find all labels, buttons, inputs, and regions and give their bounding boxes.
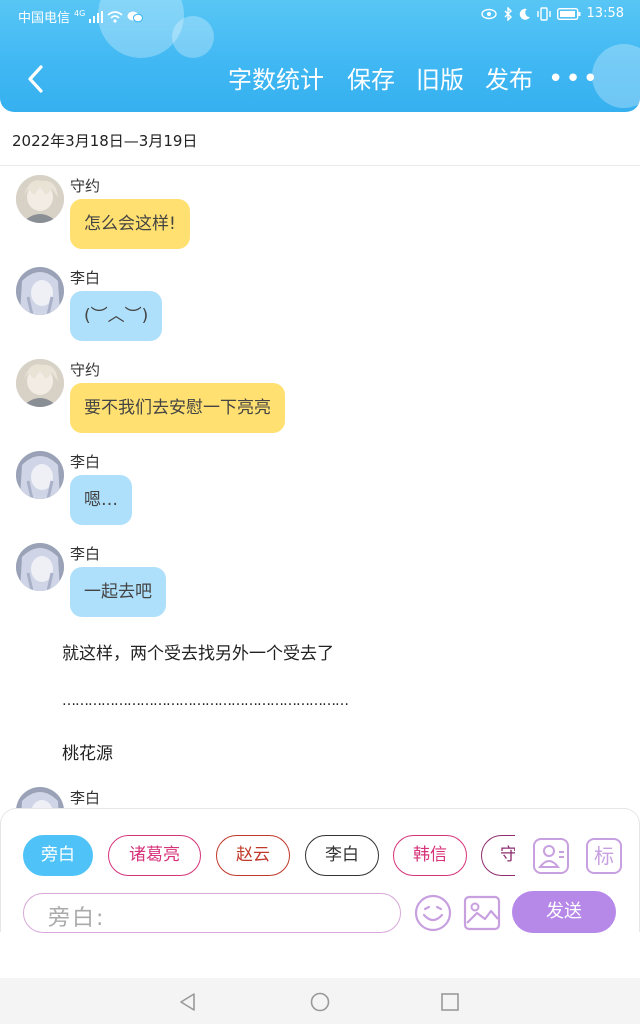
moon-icon xyxy=(519,8,530,20)
avatar-image xyxy=(16,267,64,315)
message-bubble[interactable]: 嗯… xyxy=(70,475,132,525)
sender-name: 李白 xyxy=(70,269,101,287)
input-panel: 旁白 诸葛亮 赵云 李白 韩信 守 标 旁白: 发送 xyxy=(0,808,640,933)
avatar-image xyxy=(16,543,64,591)
avatar-libai[interactable] xyxy=(16,267,64,315)
role-chip-zhugeliang[interactable]: 诸葛亮 xyxy=(108,835,201,876)
role-chip-libai[interactable]: 李白 xyxy=(305,835,379,876)
contacts-icon xyxy=(537,845,564,868)
avatar-shouyue[interactable] xyxy=(16,359,64,407)
back-arrow-icon[interactable] xyxy=(22,64,52,94)
role-chip-narrator[interactable]: 旁白 xyxy=(23,835,93,876)
bluetooth-icon xyxy=(504,6,512,21)
toolbar: 字数统计 保存 旧版 发布 ••• xyxy=(0,56,640,104)
narration-text[interactable]: 桃花源 xyxy=(62,739,113,764)
avatar-image xyxy=(16,175,64,223)
date-bar: 2022年3月18日—3月19日 xyxy=(0,118,640,166)
sender-name: 李白 xyxy=(70,789,101,807)
role-chip-hanxin[interactable]: 韩信 xyxy=(393,835,467,876)
old-version-button[interactable]: 旧版 xyxy=(416,64,464,96)
avatar-image xyxy=(16,787,64,808)
word-count-button[interactable]: 字数统计 xyxy=(228,64,324,96)
role-chip-zhaoyun[interactable]: 赵云 xyxy=(216,835,290,876)
system-nav-bar xyxy=(0,978,640,1024)
message-bubble[interactable]: 一起去吧 xyxy=(70,567,166,617)
sender-name: 守约 xyxy=(70,177,101,195)
wechat-icon xyxy=(127,11,144,23)
emoji-icon[interactable] xyxy=(413,893,453,933)
wifi-icon xyxy=(107,10,123,23)
narration-text[interactable]: 就这样，两个受去找另外一个受去了 xyxy=(62,639,334,664)
status-bar: 中国电信 4G 13:58 xyxy=(0,0,640,30)
input-placeholder: 旁白: xyxy=(48,906,106,931)
vibrate-icon xyxy=(536,6,551,21)
message-bubble[interactable]: 怎么会这样! xyxy=(70,199,190,249)
role-selector: 旁白 诸葛亮 赵云 李白 韩信 守 xyxy=(23,835,515,877)
nav-back-icon[interactable] xyxy=(178,992,198,1012)
carrier-label: 中国电信 xyxy=(18,11,71,26)
role-chip-shouyue[interactable]: 守 xyxy=(481,835,515,876)
sender-name: 李白 xyxy=(70,545,101,563)
battery-icon xyxy=(556,7,581,20)
avatar-libai[interactable] xyxy=(16,787,64,808)
label-button[interactable]: 标 xyxy=(586,838,622,874)
nav-recents-icon[interactable] xyxy=(441,993,459,1011)
sender-name: 李白 xyxy=(70,453,101,471)
message-bubble[interactable]: (︶︿︶) xyxy=(70,291,163,341)
avatar-image xyxy=(16,359,64,407)
nav-home-icon[interactable] xyxy=(310,992,330,1012)
narration-text[interactable]: ………………………………………………………… xyxy=(62,693,349,709)
avatar-libai[interactable] xyxy=(16,543,64,591)
avatar-image xyxy=(16,451,64,499)
network-type: 4G xyxy=(74,9,86,18)
signal-icon xyxy=(89,10,104,23)
eye-icon xyxy=(480,8,497,19)
publish-button[interactable]: 发布 xyxy=(485,64,533,96)
save-button[interactable]: 保存 xyxy=(347,64,395,96)
image-icon[interactable] xyxy=(463,895,501,931)
clock: 13:58 xyxy=(586,6,624,21)
date-range: 2022年3月18日—3月19日 xyxy=(12,132,198,150)
send-button[interactable]: 发送 xyxy=(512,891,616,933)
contacts-button[interactable] xyxy=(533,838,569,874)
message-input[interactable]: 旁白: xyxy=(23,893,401,933)
sender-name: 守约 xyxy=(70,361,101,379)
app-header: 中国电信 4G 13:58 字数统计 保存 旧版 发布 ••• xyxy=(0,0,640,112)
chat-area[interactable]: 守约 怎么会这样! 李白 (︶︿︶) 守约 要不我们去安慰一下亮亮 李白 嗯… … xyxy=(0,167,640,808)
avatar-shouyue[interactable] xyxy=(16,175,64,223)
avatar-libai[interactable] xyxy=(16,451,64,499)
message-bubble[interactable]: 要不我们去安慰一下亮亮 xyxy=(70,383,285,433)
more-options-icon[interactable]: ••• xyxy=(548,64,600,94)
